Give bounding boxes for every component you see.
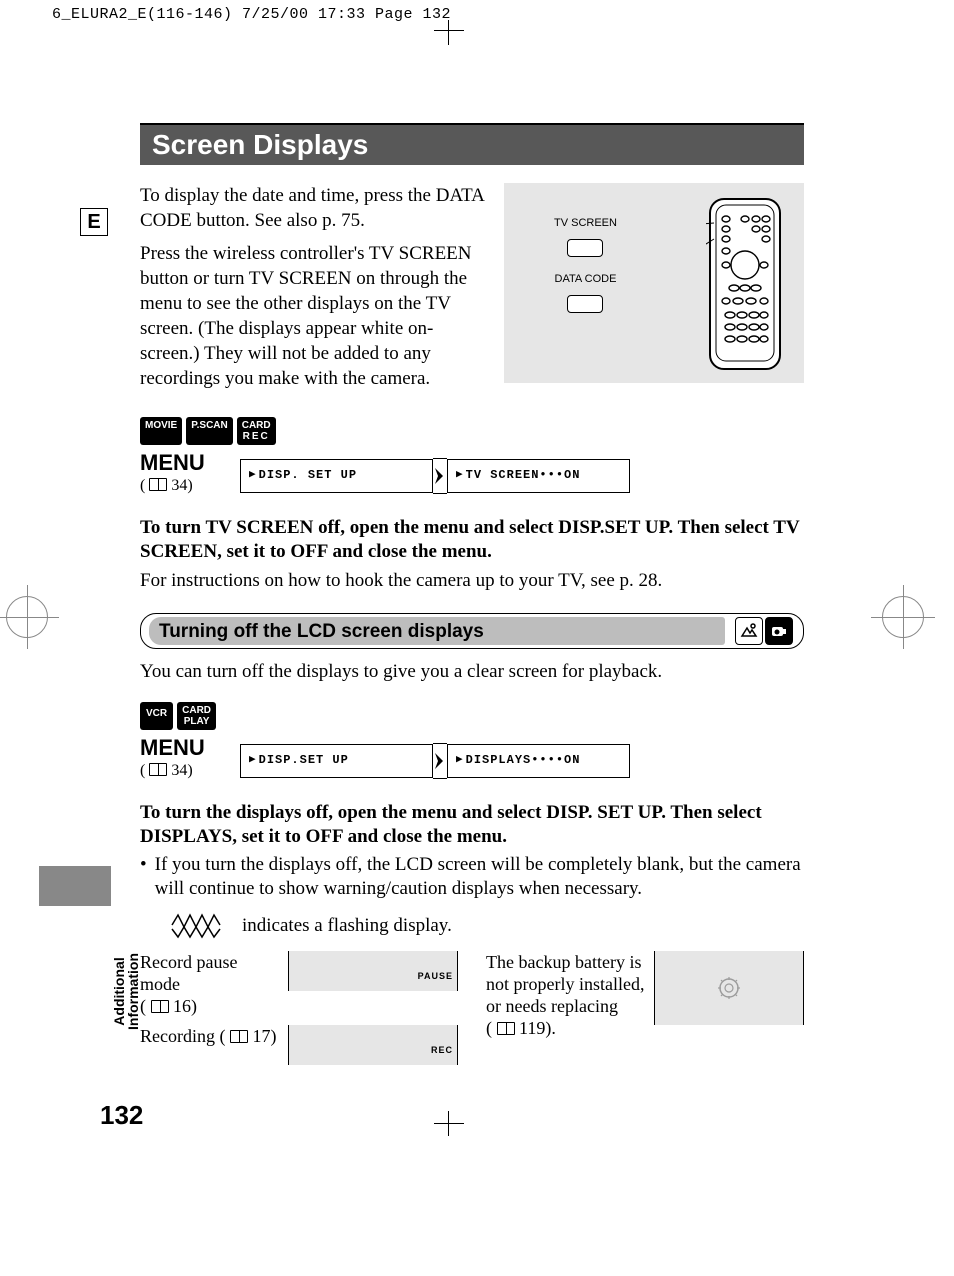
book-icon: [149, 763, 167, 776]
subsection-title: Turning off the LCD screen displays: [149, 617, 725, 645]
intro-paragraph-2: Press the wireless controller's TV SCREE…: [140, 241, 490, 391]
flashing-display-icon: [170, 911, 226, 939]
page-number: 132: [100, 1100, 143, 1131]
menu-step-tv-screen-on: ▶TV SCREEN•••ON: [447, 459, 630, 493]
book-icon: [151, 1000, 169, 1013]
caption-recording: Recording ( 17): [140, 1025, 280, 1047]
crop-mark-top: [434, 30, 464, 60]
book-icon: [230, 1030, 248, 1043]
display-box-battery: [654, 951, 804, 1025]
section-title-bar: Screen Displays: [140, 123, 804, 165]
page: E Screen Displays To display the date an…: [0, 68, 954, 1113]
remote-label-data-code: DATA CODE: [554, 267, 617, 292]
badge-movie: MOVIE: [140, 417, 182, 445]
menu-label: MENU: [140, 453, 240, 473]
remote-control-icon: [706, 193, 784, 373]
display-box-pause: PAUSE: [288, 951, 458, 991]
menu-nav-row-2: MENU ( 34) ▶DISP.SET UP ▶DISPLAYS••••ON: [140, 738, 804, 783]
instruction-tv-screen-off: To turn TV SCREEN off, open the menu and…: [140, 516, 804, 564]
caption-record-pause: Record pause mode( 16): [140, 951, 280, 1017]
photo-mode-icon: [735, 617, 763, 645]
book-icon: [149, 478, 167, 491]
print-header: 6_ELURA2_E(116-146) 7/25/00 17:33 Page 1…: [0, 0, 954, 23]
menu-arrow-icon: [433, 743, 447, 779]
intro-paragraph-1: To display the date and time, press the …: [140, 183, 490, 233]
bullet-note: • If you turn the displays off, the LCD …: [140, 853, 804, 901]
lcd-off-intro: You can turn off the displays to give yo…: [140, 659, 804, 684]
menu-nav-row-1: MENU ( 34) ▶DISP. SET UP ▶TV SCREEN•••ON: [140, 453, 804, 498]
screen-display-table: Record pause mode( 16) PAUSE Recording (…: [140, 951, 804, 1073]
book-icon: [497, 1022, 515, 1035]
section-tab-bar: [39, 866, 111, 906]
mode-badges-row-2: VCR CARDPLAY: [140, 702, 804, 730]
menu-arrow-icon: [433, 458, 447, 494]
remote-illustration: TV SCREEN DATA CODE: [504, 183, 804, 383]
battery-warning-icon: [718, 977, 740, 999]
crop-mark-bottom: [434, 1103, 464, 1133]
remote-button-data-code-icon: [567, 295, 603, 313]
badge-pscan: P.SCAN: [186, 417, 233, 445]
badge-vcr: VCR: [140, 702, 173, 730]
subsection-header: Turning off the LCD screen displays: [140, 613, 804, 649]
badge-card-rec: CARDREC: [237, 417, 276, 445]
menu-label: MENU: [140, 738, 240, 758]
remote-button-tv-screen-icon: [567, 239, 603, 257]
menu-step-displays-on: ▶DISPLAYS••••ON: [447, 744, 630, 778]
mode-badges-row-1: MOVIE P.SCAN CARDREC: [140, 417, 804, 445]
menu-step-disp-setup: ▶DISP.SET UP: [240, 744, 433, 778]
instruction-displays-off: To turn the displays off, open the menu …: [140, 801, 804, 849]
menu-step-disp-setup: ▶DISP. SET UP: [240, 459, 433, 493]
remote-label-tv-screen: TV SCREEN: [554, 211, 617, 236]
see-also-hookup: For instructions on how to hook the came…: [140, 568, 804, 593]
camera-mode-icon: [765, 617, 793, 645]
language-tab-e: E: [80, 208, 108, 236]
flashing-display-note: indicates a flashing display.: [242, 913, 452, 938]
display-box-rec: REC: [288, 1025, 458, 1065]
badge-card-play: CARDPLAY: [177, 702, 216, 730]
caption-backup-battery: The backup battery is not properly insta…: [486, 951, 646, 1039]
section-side-label: AdditionalInformation: [112, 953, 140, 1030]
